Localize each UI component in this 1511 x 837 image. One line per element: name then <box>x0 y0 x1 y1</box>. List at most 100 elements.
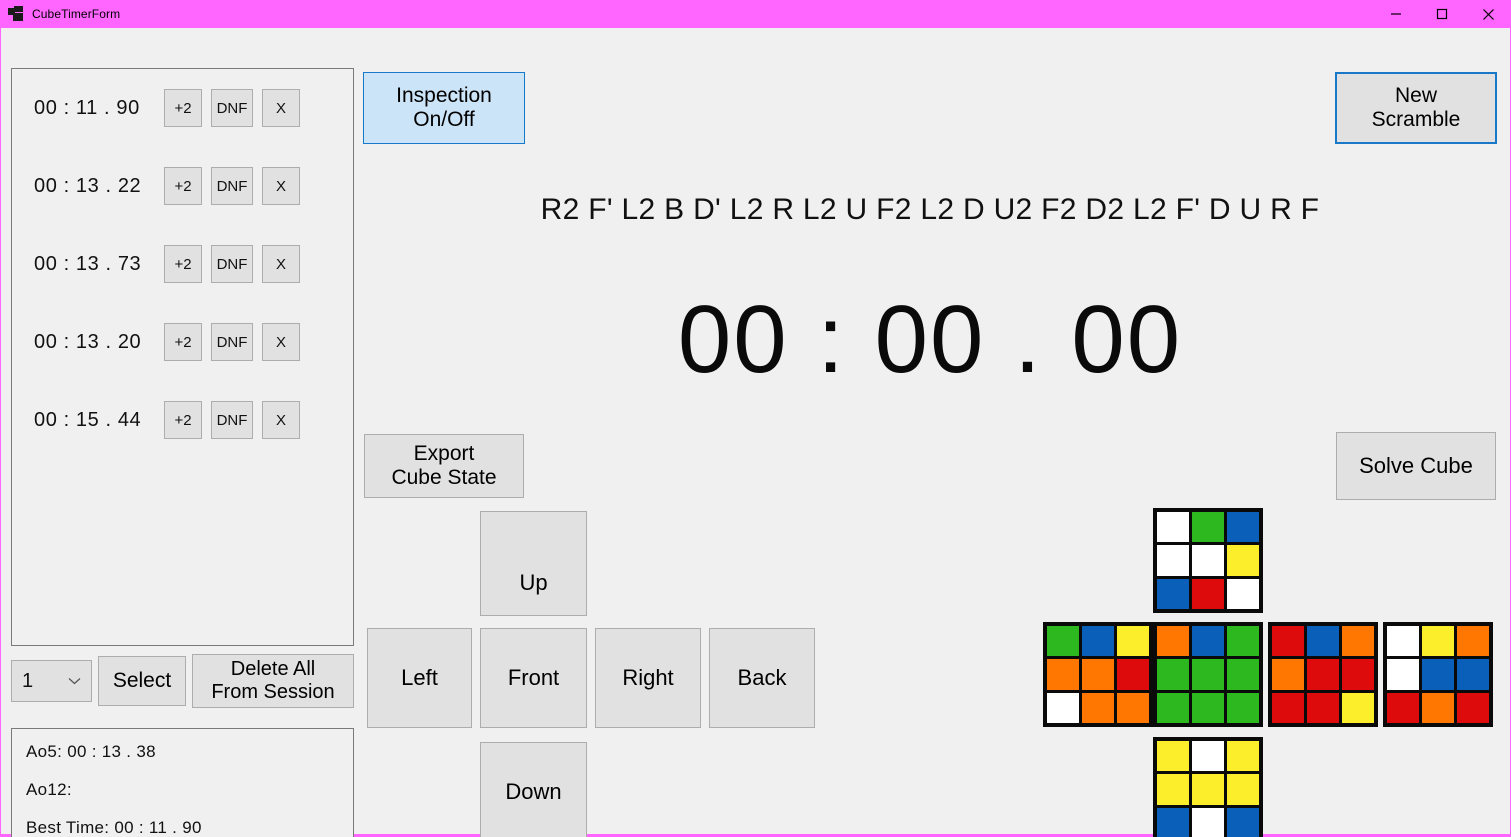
dnf-button[interactable]: DNF <box>211 401 253 439</box>
cube-sticker-left-0-0 <box>1047 626 1079 657</box>
stat-best-time: Best Time: 00 : 11 . 90 <box>26 818 202 837</box>
window-controls <box>1373 0 1511 28</box>
cube-sticker-front-2-0 <box>1157 692 1189 723</box>
dnf-button-label: DNF <box>216 177 248 195</box>
cube-face-front <box>1153 622 1263 727</box>
solve-cube-button[interactable]: Solve Cube <box>1336 432 1496 500</box>
new-scramble-line1: New <box>1394 83 1437 107</box>
table-row: 00 : 15 . 44 +2 DNF X <box>12 381 353 459</box>
stat-ao12: Ao12: <box>26 780 72 799</box>
cube-sticker-right-1-2 <box>1342 659 1374 690</box>
dnf-button[interactable]: DNF <box>211 323 253 361</box>
cube-sticker-right-0-1 <box>1307 626 1339 657</box>
cube-sticker-left-2-1 <box>1082 692 1114 723</box>
dnf-button-label: DNF <box>216 411 248 429</box>
cube-face-back <box>1383 622 1493 727</box>
delete-all-line2: From Session <box>211 681 335 703</box>
cube-face-down-button[interactable]: Down <box>480 742 587 837</box>
dnf-button-label: DNF <box>216 99 248 117</box>
cube-sticker-right-2-0 <box>1272 692 1304 723</box>
window-title: CubeTimerForm <box>32 7 121 21</box>
cube-sticker-up-2-1 <box>1192 578 1224 609</box>
plus-two-button[interactable]: +2 <box>164 167 202 205</box>
export-cube-state-button[interactable]: Export Cube State <box>364 434 524 498</box>
session-selected-value: 1 <box>22 669 34 692</box>
remove-solve-button-label: X <box>275 177 286 195</box>
dnf-button[interactable]: DNF <box>211 245 253 283</box>
session-select-dropdown[interactable]: 1 <box>11 660 92 702</box>
remove-solve-button-label: X <box>275 333 286 351</box>
cube-sticker-right-0-2 <box>1342 626 1374 657</box>
chevron-down-icon <box>68 677 81 686</box>
cube-sticker-front-1-0 <box>1157 659 1189 690</box>
remove-solve-button[interactable]: X <box>262 401 300 439</box>
remove-solve-button[interactable]: X <box>262 89 300 127</box>
cube-sticker-up-0-2 <box>1227 512 1259 543</box>
remove-solve-button[interactable]: X <box>262 167 300 205</box>
cube-sticker-back-1-2 <box>1457 659 1489 690</box>
cube-face-up-button[interactable]: Up <box>480 511 587 616</box>
export-line1: Export <box>413 441 475 465</box>
times-list-panel[interactable]: 00 : 11 . 90 +2 DNF X 00 : 13 . 22 +2 DNF X 00 :… <box>11 68 354 646</box>
cube-sticker-back-2-2 <box>1457 692 1489 723</box>
cube-face-right-button[interactable]: Right <box>595 628 701 728</box>
plus-two-button[interactable]: +2 <box>164 89 202 127</box>
cube-sticker-right-2-1 <box>1307 692 1339 723</box>
plus-two-button[interactable]: +2 <box>164 323 202 361</box>
inspection-line2: On/Off <box>413 108 475 131</box>
dnf-button-label: DNF <box>216 333 248 351</box>
select-button[interactable]: Select <box>98 656 186 706</box>
scramble-text: R2 F' L2 B D' L2 R L2 U F2 L2 D U2 F2 D2… <box>540 193 1320 226</box>
timer-display: 00 : 00 . 00 <box>677 286 1183 393</box>
cube-face-left-button[interactable]: Left <box>367 628 472 728</box>
cube-face-down <box>1153 737 1263 837</box>
cube-sticker-back-2-1 <box>1422 692 1454 723</box>
maximize-icon[interactable] <box>1419 0 1465 28</box>
cube-sticker-left-2-2 <box>1117 692 1149 723</box>
select-button-label: Select <box>112 668 172 692</box>
cube-face-front-button[interactable]: Front <box>480 628 587 728</box>
left-button-label: Left <box>401 665 438 691</box>
close-icon[interactable] <box>1465 0 1511 28</box>
plus-two-button-label: +2 <box>174 99 192 117</box>
client-area: 00 : 11 . 90 +2 DNF X 00 : 13 . 22 +2 DNF X 00 :… <box>1 28 1510 837</box>
table-row: 00 : 13 . 73 +2 DNF X <box>12 225 353 303</box>
inspection-line1: Inspection <box>396 83 492 107</box>
minimize-icon[interactable] <box>1373 0 1419 28</box>
table-row: 00 : 13 . 22 +2 DNF X <box>12 147 353 225</box>
new-scramble-button[interactable]: New Scramble <box>1335 72 1497 144</box>
solve-time-label: 00 : 13 . 20 <box>34 330 142 353</box>
plus-two-button-label: +2 <box>174 411 192 429</box>
new-scramble-line2: Scramble <box>1371 108 1461 131</box>
cube-sticker-down-0-0 <box>1157 741 1189 772</box>
cube-sticker-left-0-1 <box>1082 626 1114 657</box>
cube-sticker-up-2-2 <box>1227 578 1259 609</box>
delete-all-from-session-button[interactable]: Delete All From Session <box>192 654 354 708</box>
cube-face-back-button[interactable]: Back <box>709 628 815 728</box>
cube-sticker-back-0-2 <box>1457 626 1489 657</box>
right-button-label: Right <box>622 665 674 691</box>
cube-sticker-front-1-1 <box>1192 659 1224 690</box>
inspection-toggle-button[interactable]: Inspection On/Off <box>363 72 525 144</box>
cube-sticker-front-0-0 <box>1157 626 1189 657</box>
cube-sticker-back-0-1 <box>1422 626 1454 657</box>
dnf-button[interactable]: DNF <box>211 89 253 127</box>
plus-two-button[interactable]: +2 <box>164 401 202 439</box>
cube-sticker-down-1-0 <box>1157 774 1189 805</box>
remove-solve-button[interactable]: X <box>262 245 300 283</box>
front-button-label: Front <box>507 665 560 691</box>
cube-sticker-right-2-2 <box>1342 692 1374 723</box>
remove-solve-button[interactable]: X <box>262 323 300 361</box>
cube-sticker-down-0-1 <box>1192 741 1224 772</box>
cube-sticker-up-1-2 <box>1227 545 1259 576</box>
dnf-button[interactable]: DNF <box>211 167 253 205</box>
cube-sticker-down-1-1 <box>1192 774 1224 805</box>
remove-solve-button-label: X <box>275 255 286 273</box>
plus-two-button[interactable]: +2 <box>164 245 202 283</box>
table-row: 00 : 11 . 90 +2 DNF X <box>12 69 353 147</box>
cube-sticker-down-2-1 <box>1192 807 1224 837</box>
stat-ao5: Ao5: 00 : 13 . 38 <box>26 742 156 761</box>
cube-face-up <box>1153 508 1263 613</box>
cube-sticker-up-0-0 <box>1157 512 1189 543</box>
cube-sticker-up-1-1 <box>1192 545 1224 576</box>
